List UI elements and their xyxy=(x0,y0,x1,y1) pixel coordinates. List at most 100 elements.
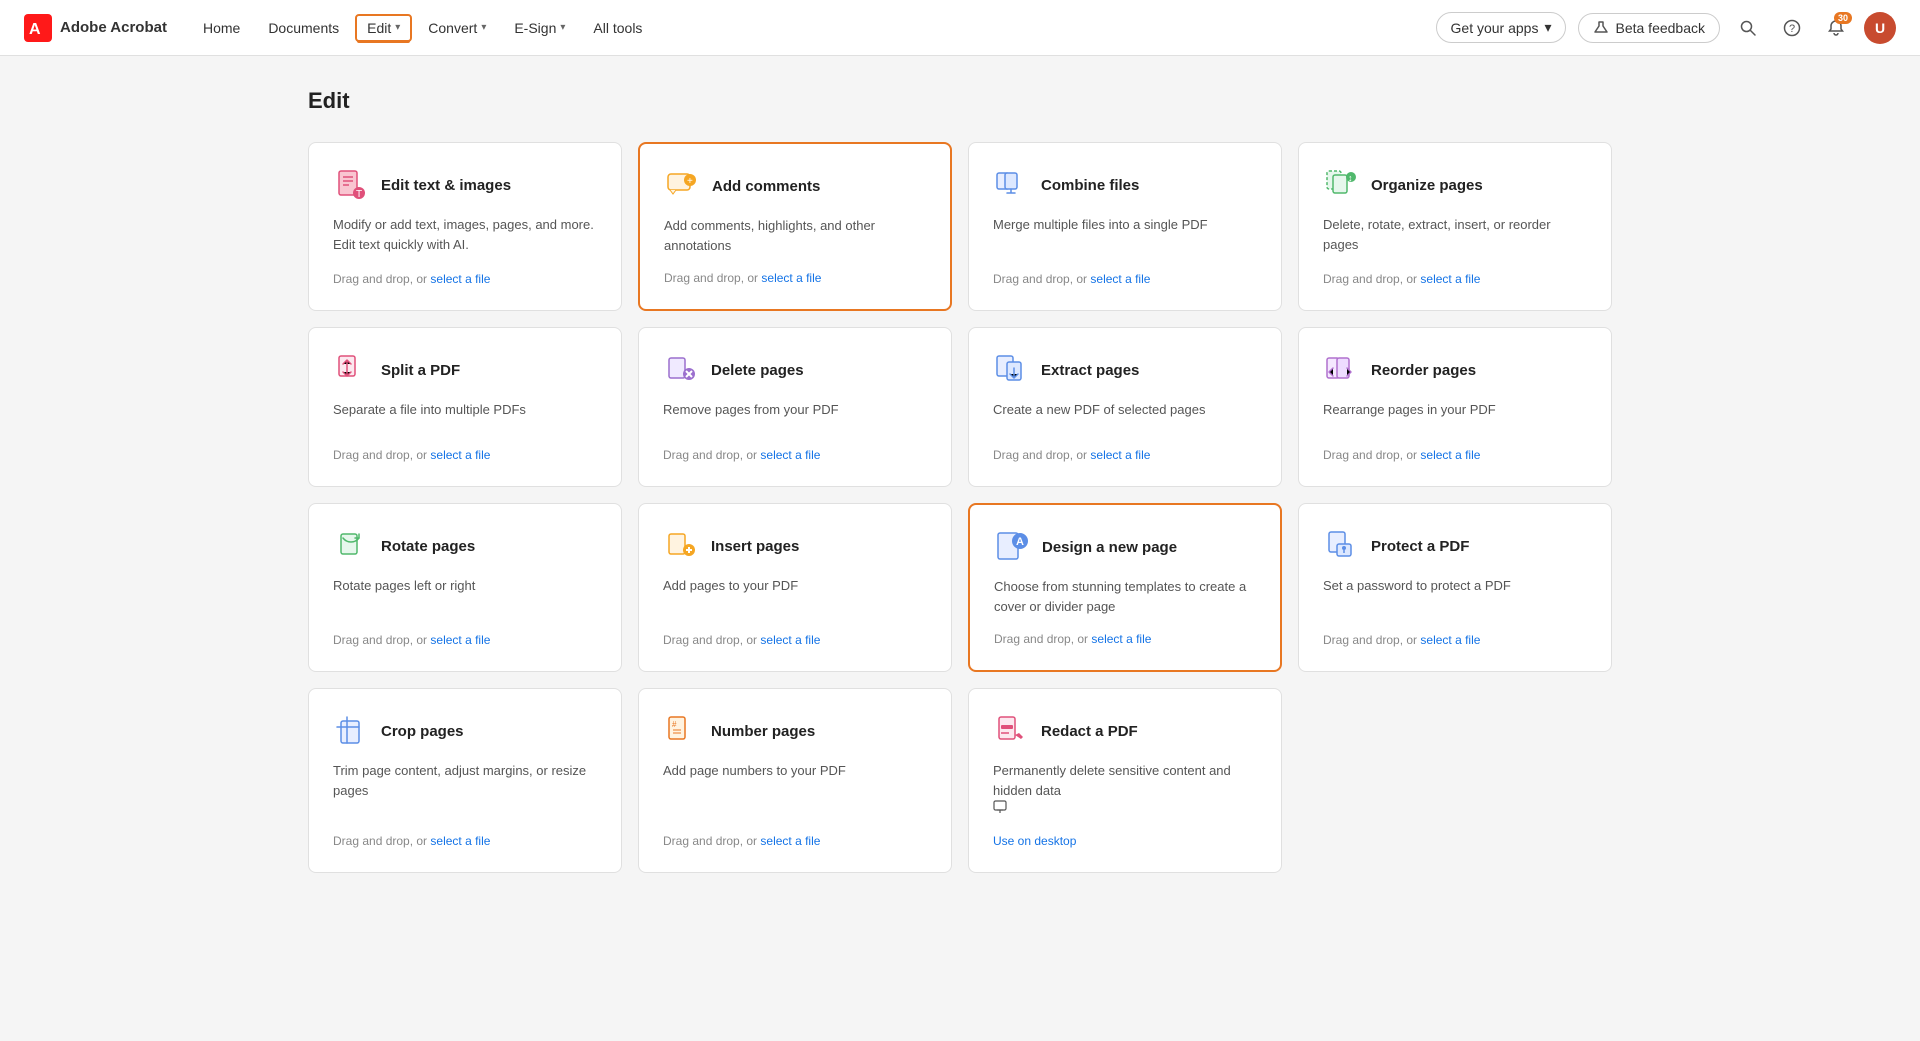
tool-description: Trim page content, adjust margins, or re… xyxy=(333,761,597,818)
tool-footer: Drag and drop, or select a file xyxy=(994,632,1256,646)
search-button[interactable] xyxy=(1732,12,1764,44)
user-avatar[interactable]: U xyxy=(1864,12,1896,44)
tool-description: Add pages to your PDF xyxy=(663,576,927,617)
convert-chevron-icon: ▾ xyxy=(481,22,486,33)
tool-title: Extract pages xyxy=(1041,362,1139,379)
svg-text:↕: ↕ xyxy=(1348,173,1353,183)
main-content: Edit T Edit text & images Modify or add … xyxy=(260,56,1660,905)
get-apps-button[interactable]: Get your apps ▾ xyxy=(1436,12,1567,43)
tool-card-header: Insert pages xyxy=(663,528,927,564)
app-name: Adobe Acrobat xyxy=(60,19,167,36)
desktop-icon xyxy=(993,800,1007,814)
tool-card-header: Rotate pages xyxy=(333,528,597,564)
tool-description: Rotate pages left or right xyxy=(333,576,597,617)
tool-footer: Drag and drop, or select a file xyxy=(663,448,927,462)
nav-documents[interactable]: Documents xyxy=(256,14,351,42)
select-file-link[interactable]: select a file xyxy=(760,633,820,647)
select-file-link[interactable]: select a file xyxy=(761,271,821,285)
tool-card-design-new-page[interactable]: A Design a new page Choose from stunning… xyxy=(968,503,1282,672)
tool-card-header: + Add comments xyxy=(664,168,926,204)
select-file-link[interactable]: select a file xyxy=(430,272,490,286)
tool-card-header: Combine files xyxy=(993,167,1257,203)
tool-description: Merge multiple files into a single PDF xyxy=(993,215,1257,256)
select-file-link[interactable]: select a file xyxy=(760,448,820,462)
select-file-link[interactable]: select a file xyxy=(430,633,490,647)
select-file-link[interactable]: select a file xyxy=(430,448,490,462)
tool-description: Delete, rotate, extract, insert, or reor… xyxy=(1323,215,1587,256)
select-file-link[interactable]: select a file xyxy=(760,834,820,848)
tool-footer: Drag and drop, or select a file xyxy=(1323,448,1587,462)
get-apps-chevron-icon: ▾ xyxy=(1544,19,1551,36)
tool-card-extract-pages[interactable]: Extract pages Create a new PDF of select… xyxy=(968,327,1282,487)
tool-card-header: Delete pages xyxy=(663,352,927,388)
notification-button[interactable]: 30 xyxy=(1820,12,1852,44)
protect-icon xyxy=(1323,528,1359,564)
tool-title: Number pages xyxy=(711,723,815,740)
tool-card-protect-pdf[interactable]: Protect a PDF Set a password to protect … xyxy=(1298,503,1612,672)
tool-footer: Drag and drop, or select a file xyxy=(664,271,926,285)
tool-footer: Drag and drop, or select a file xyxy=(663,834,927,848)
tool-card-crop-pages[interactable]: Crop pages Trim page content, adjust mar… xyxy=(308,688,622,873)
help-icon: ? xyxy=(1783,19,1801,37)
tool-card-number-pages[interactable]: # Number pages Add page numbers to your … xyxy=(638,688,952,873)
tool-card-insert-pages[interactable]: Insert pages Add pages to your PDF Drag … xyxy=(638,503,952,672)
tool-footer: Drag and drop, or select a file xyxy=(1323,272,1587,286)
tool-card-combine-files[interactable]: Combine files Merge multiple files into … xyxy=(968,142,1282,311)
organize-icon: ↕ xyxy=(1323,167,1359,203)
select-file-link[interactable]: select a file xyxy=(430,834,490,848)
help-button[interactable]: ? xyxy=(1776,12,1808,44)
tool-title: Redact a PDF xyxy=(1041,723,1138,740)
tool-card-redact-pdf[interactable]: Redact a PDF Permanently delete sensitiv… xyxy=(968,688,1282,873)
number-icon: # xyxy=(663,713,699,749)
tool-card-organize-pages[interactable]: ↕ Organize pages Delete, rotate, extract… xyxy=(1298,142,1612,311)
rotate-icon xyxy=(333,528,369,564)
svg-text:+: + xyxy=(687,176,693,187)
edit-chevron-icon: ▾ xyxy=(395,22,400,33)
svg-text:T: T xyxy=(356,189,362,200)
nav-home[interactable]: Home xyxy=(191,14,252,42)
nav-esign[interactable]: E-Sign ▾ xyxy=(502,14,577,42)
svg-text:A: A xyxy=(29,21,41,38)
tool-description: Create a new PDF of selected pages xyxy=(993,400,1257,432)
nav-all-tools[interactable]: All tools xyxy=(581,14,654,42)
tool-description: Rearrange pages in your PDF xyxy=(1323,400,1587,432)
tool-card-add-comments[interactable]: + Add comments Add comments, highlights,… xyxy=(638,142,952,311)
tool-card-header: Redact a PDF xyxy=(993,713,1257,749)
reorder-icon xyxy=(1323,352,1359,388)
app-logo[interactable]: A Adobe Acrobat xyxy=(24,14,167,42)
nav-edit[interactable]: Edit ▾ xyxy=(355,14,412,42)
select-file-link[interactable]: select a file xyxy=(1091,632,1151,646)
tool-footer: Drag and drop, or select a file xyxy=(993,448,1257,462)
extract-icon xyxy=(993,352,1029,388)
select-file-link[interactable]: select a file xyxy=(1420,272,1480,286)
tool-card-rotate-pages[interactable]: Rotate pages Rotate pages left or right … xyxy=(308,503,622,672)
tool-card-delete-pages[interactable]: Delete pages Remove pages from your PDF … xyxy=(638,327,952,487)
nav-convert[interactable]: Convert ▾ xyxy=(416,14,498,42)
edit-text-icon: T xyxy=(333,167,369,203)
tool-footer: Drag and drop, or select a file xyxy=(333,633,597,647)
search-icon xyxy=(1739,19,1757,37)
tool-title: Split a PDF xyxy=(381,362,460,379)
header: A Adobe Acrobat Home Documents Edit ▾ Co… xyxy=(0,0,1920,56)
tool-description: Set a password to protect a PDF xyxy=(1323,576,1587,617)
tool-description: Separate a file into multiple PDFs xyxy=(333,400,597,432)
select-file-link[interactable]: select a file xyxy=(1090,448,1150,462)
use-on-desktop-link[interactable]: Use on desktop xyxy=(993,834,1076,848)
design-icon: A xyxy=(994,529,1030,565)
tool-card-header: Crop pages xyxy=(333,713,597,749)
tool-footer: Drag and drop, or select a file xyxy=(333,272,597,286)
tool-card-reorder-pages[interactable]: Reorder pages Rearrange pages in your PD… xyxy=(1298,327,1612,487)
tool-title: Design a new page xyxy=(1042,539,1177,556)
tool-card-header: Extract pages xyxy=(993,352,1257,388)
select-file-link[interactable]: select a file xyxy=(1420,448,1480,462)
tool-description: Remove pages from your PDF xyxy=(663,400,927,432)
tool-card-split-pdf[interactable]: Split a PDF Separate a file into multipl… xyxy=(308,327,622,487)
tool-title: Combine files xyxy=(1041,177,1139,194)
tool-card-edit-text[interactable]: T Edit text & images Modify or add text,… xyxy=(308,142,622,311)
select-file-link[interactable]: select a file xyxy=(1420,633,1480,647)
tool-title: Organize pages xyxy=(1371,177,1483,194)
tool-footer: Drag and drop, or select a file xyxy=(333,834,597,848)
select-file-link[interactable]: select a file xyxy=(1090,272,1150,286)
svg-text:?: ? xyxy=(1789,23,1795,35)
beta-feedback-button[interactable]: Beta feedback xyxy=(1578,13,1720,43)
